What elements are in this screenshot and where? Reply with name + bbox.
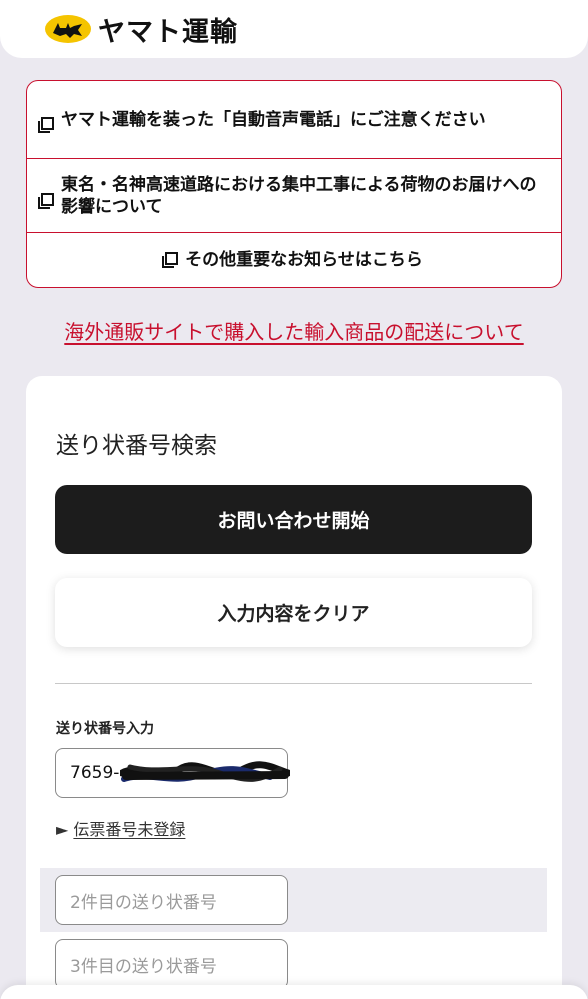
notice-link-highway-construction[interactable]: 東名・名神高速道路における集中工事による荷物のお届けへの影響について xyxy=(27,159,561,233)
tracking-number-field-1[interactable]: 7659- xyxy=(55,748,290,798)
search-title: 送り状番号検索 xyxy=(56,433,217,459)
notice-label: 東名・名神高速道路における集中工事による荷物のお届けへの影響について xyxy=(61,174,537,217)
divider xyxy=(55,683,532,684)
tracking-search-card: 送り状番号検索 お問い合わせ開始 入力内容をクリア 送り状番号入力 7659- … xyxy=(26,376,562,999)
brand-logo-text[interactable]: ヤマト運輸 xyxy=(98,10,238,49)
redaction-scribble xyxy=(120,761,290,782)
clear-input-button[interactable]: 入力内容をクリア xyxy=(55,578,532,647)
tracking-number-field-2[interactable]: 2件目の送り状番号 xyxy=(55,875,288,925)
triangle-right-icon: ► xyxy=(56,820,69,839)
external-link-icon xyxy=(38,116,54,133)
tracking-input-label: 送り状番号入力 xyxy=(56,721,154,737)
header-bar: ヤマト運輸 xyxy=(0,0,588,58)
unregistered-slip-link[interactable]: ► 伝票番号未登録 xyxy=(56,816,185,840)
notice-label: ヤマト運輸を装った「自動音声電話」にご注意ください xyxy=(61,109,486,130)
tracking-number-value: 7659- xyxy=(70,763,120,783)
notice-link-other-notices[interactable]: その他重要なお知らせはこちら xyxy=(27,233,561,287)
unregistered-slip-label: 伝票番号未登録 xyxy=(73,820,186,839)
notice-label: その他重要なお知らせはこちら xyxy=(185,250,423,270)
important-notices: ヤマト運輸を装った「自動音声電話」にご注意ください 東名・名神高速道路における集… xyxy=(26,80,562,288)
start-inquiry-button[interactable]: お問い合わせ開始 xyxy=(55,485,532,554)
bottom-sheet-edge xyxy=(0,985,588,999)
external-link-icon xyxy=(162,252,179,268)
overseas-shopping-link[interactable]: 海外通販サイトで購入した輸入商品の配送について xyxy=(0,316,588,345)
black-cat-logo-icon[interactable] xyxy=(44,14,92,44)
external-link-icon xyxy=(38,192,54,209)
tracking-number-field-3[interactable]: 3件目の送り状番号 xyxy=(55,939,288,989)
notice-link-robocall[interactable]: ヤマト運輸を装った「自動音声電話」にご注意ください xyxy=(27,81,561,159)
